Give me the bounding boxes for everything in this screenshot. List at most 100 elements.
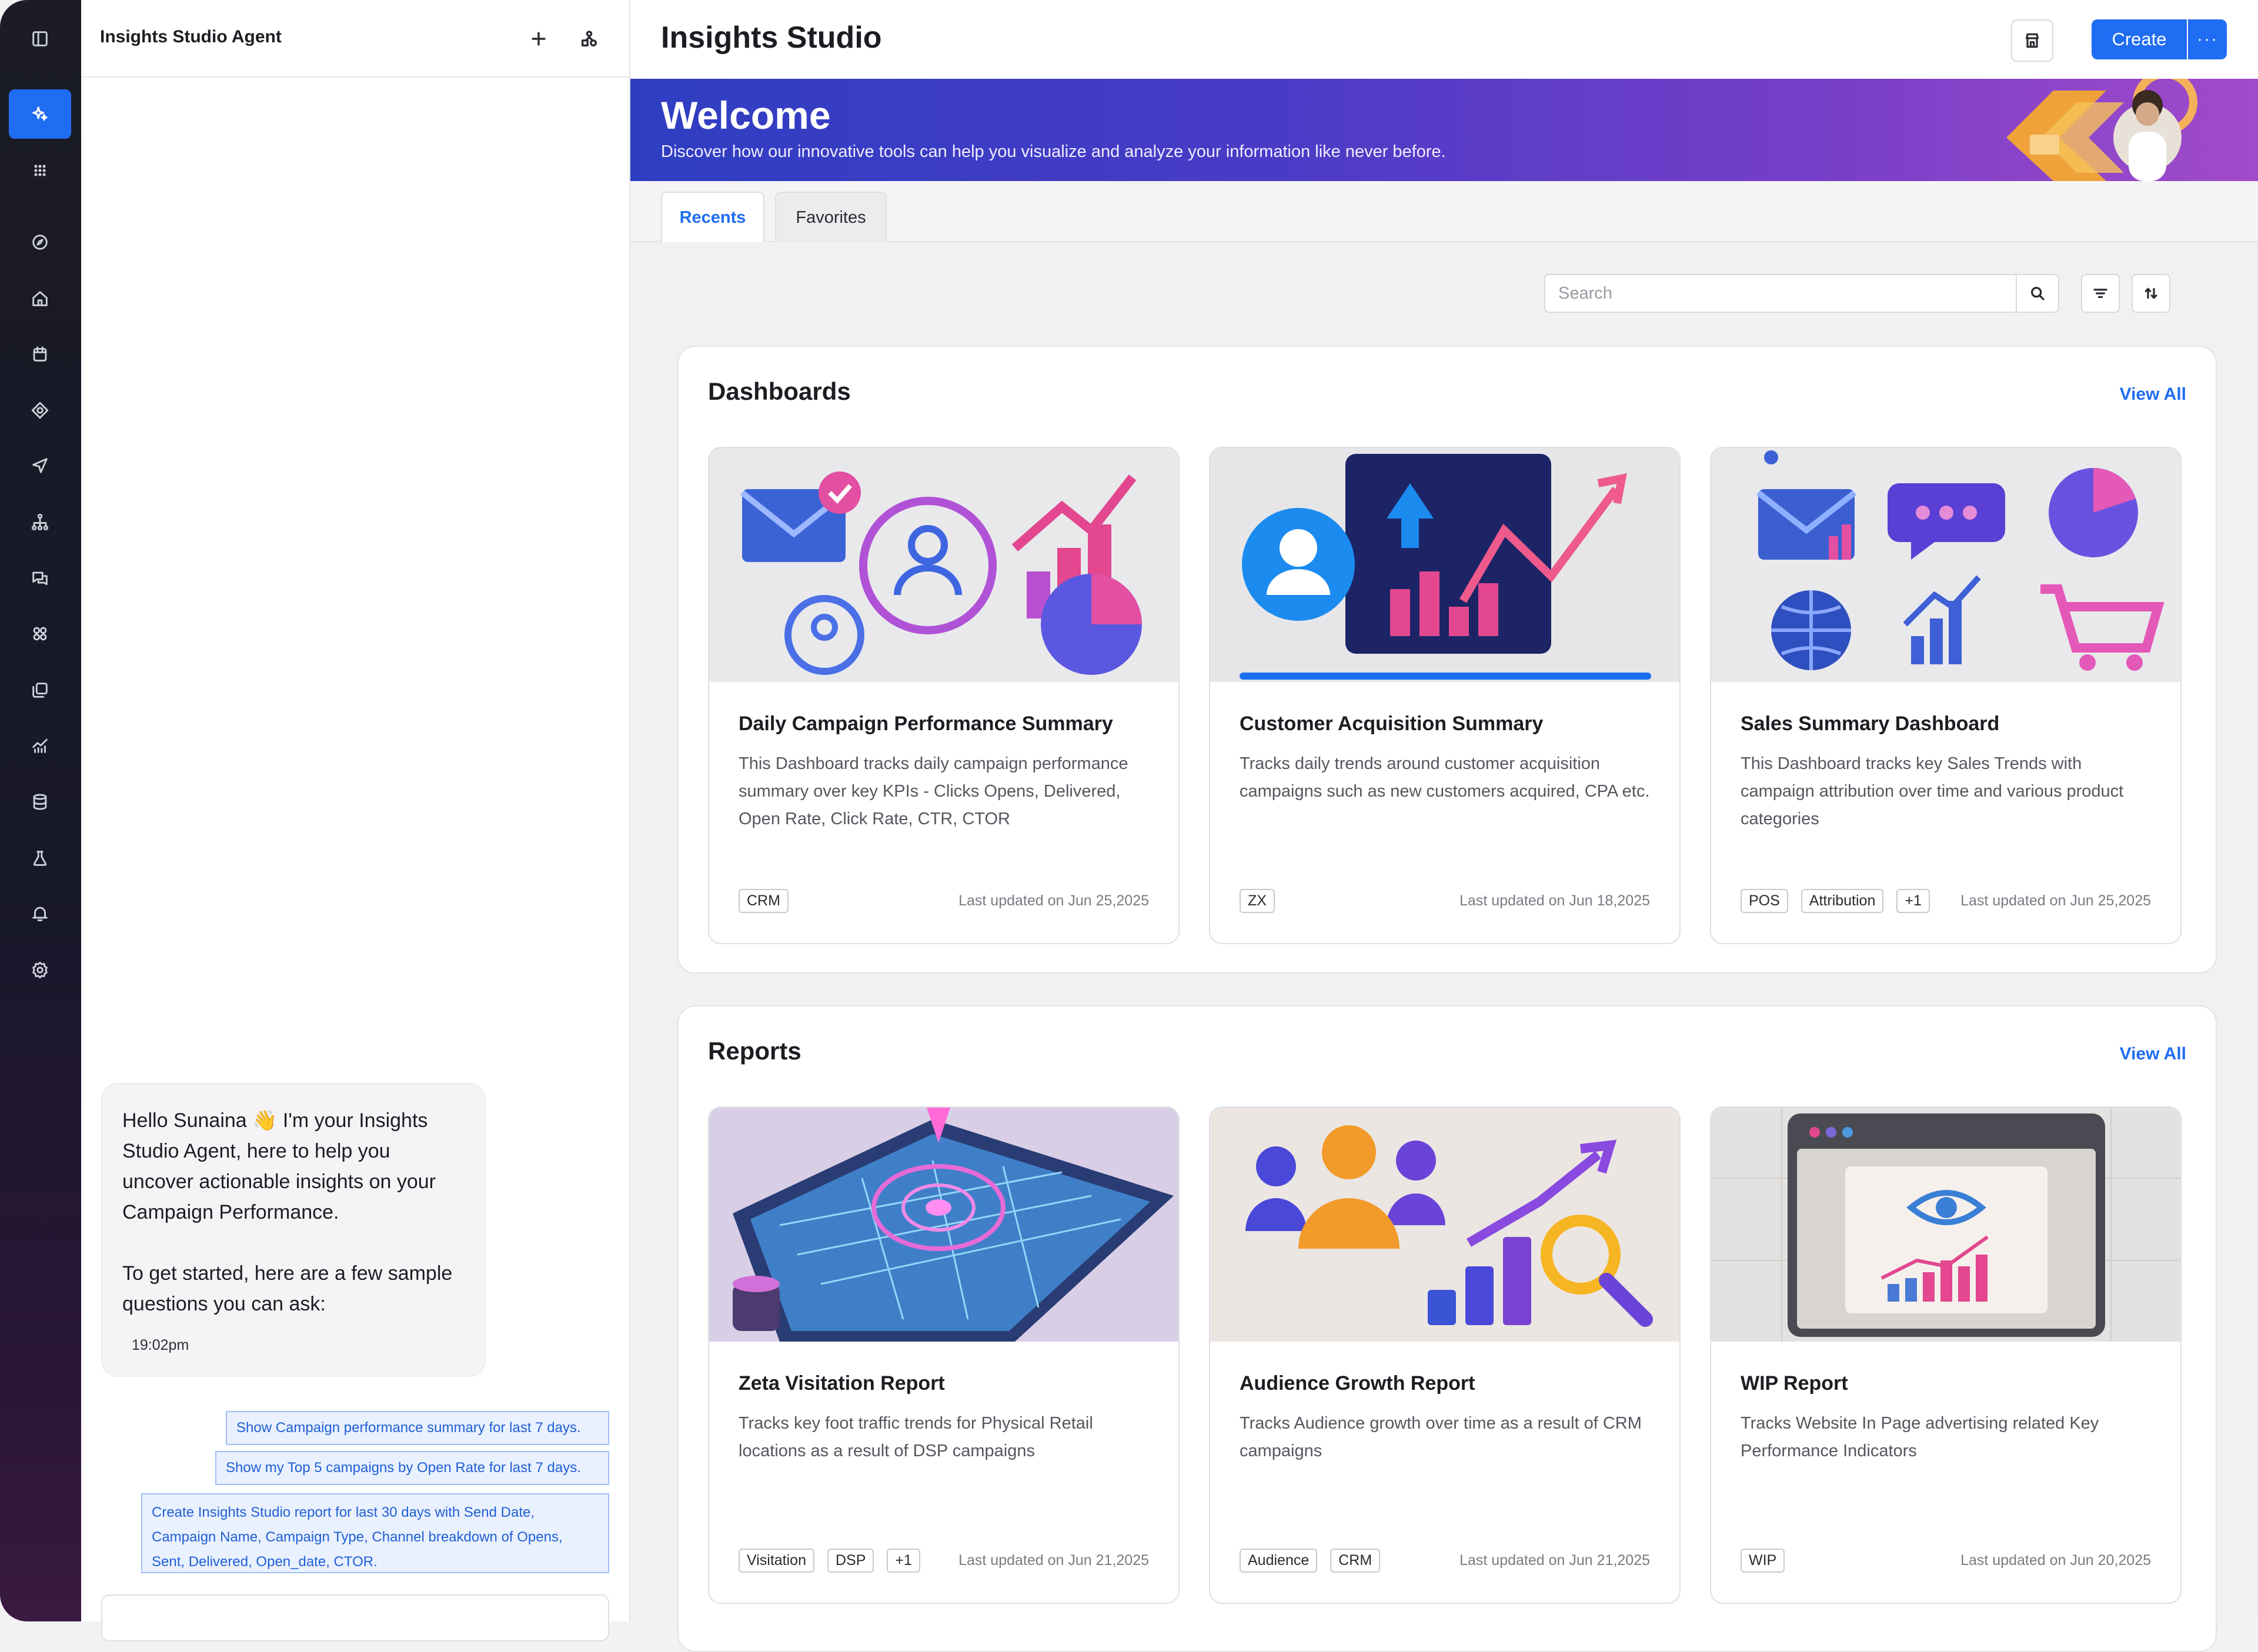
message-timestamp: 19:02pm [132,1337,189,1353]
store-icon [2026,33,2039,48]
suggestion-chip-3[interactable]: Create Insights Studio report for last 3… [141,1493,609,1573]
history-shapes-icon[interactable] [572,21,607,56]
card-image [1711,1108,2180,1342]
agent-title: Insights Studio Agent [100,27,282,46]
tag: CRM [739,888,789,913]
search-icon [2031,287,2045,300]
report-card[interactable]: Zeta Visitation Report Tracks key foot t… [708,1106,1180,1604]
chat-icon[interactable] [9,554,71,603]
last-updated: Last updated on Jun 21,2025 [1459,1551,1650,1569]
card-title: WIP Report [1741,1372,1848,1394]
card-image [1210,448,1679,682]
home-icon[interactable] [9,274,71,323]
card-title: Audience Growth Report [1240,1372,1475,1394]
new-chat-plus-icon[interactable] [521,21,556,56]
sort-button[interactable] [2132,274,2170,313]
filter-button[interactable] [2081,274,2120,313]
welcome-banner: Welcome Discover how our innovative tool… [630,79,2258,181]
dashboard-card[interactable]: Customer Acquisition Summary Tracks dail… [1209,447,1681,944]
card-description: Tracks Website In Page advertising relat… [1741,1414,2099,1460]
agent-panel: Insights Studio Agent Hello Sunaina 👋 I'… [81,0,630,1641]
welcome-title: Welcome [661,93,831,137]
tag: ZX [1240,888,1275,913]
report-card[interactable]: Audience Growth Report Tracks Audience g… [1209,1106,1681,1604]
agent-header: Insights Studio Agent [81,0,629,78]
tab-favorites[interactable]: Favorites [775,192,887,242]
main-area: Insights Studio Create ··· Welcome Disco… [630,0,2258,1652]
create-button[interactable]: Create [2092,19,2187,59]
store-button[interactable] [2011,19,2053,62]
database-icon[interactable] [9,777,71,827]
search-button[interactable] [2016,275,2058,312]
last-updated: Last updated on Jun 18,2025 [1459,892,1650,909]
layers-icon[interactable] [9,666,71,715]
settings-gear-icon[interactable] [9,945,71,995]
more-options-button[interactable]: ··· [2188,19,2227,59]
card-footer: CRM Last updated on Jun 25,2025 [739,888,1149,914]
tab-bar: Recents Favorites [630,181,2258,242]
tag: POS [1741,888,1788,913]
analytics-icon[interactable] [9,721,71,770]
agent-message-bubble: Hello Sunaina 👋 I'm your Insights Studio… [101,1083,486,1377]
tab-recents[interactable]: Recents [661,192,764,242]
target-icon[interactable] [9,386,71,435]
suggestion-chip-1[interactable]: Show Campaign performance summary for la… [226,1411,609,1445]
banner-illustration [2006,79,2197,181]
filter-icon [2093,289,2107,298]
reports-title: Reports [708,1037,801,1065]
send-icon[interactable] [9,441,71,490]
card-footer: WIP Last updated on Jun 20,2025 [1741,1547,2151,1573]
last-updated: Last updated on Jun 25,2025 [1960,892,2151,909]
card-footer: POS Attribution +1 Last updated on Jun 2… [1741,888,2151,914]
welcome-subtitle: Discover how our innovative tools can he… [661,142,1446,161]
dashboard-card[interactable]: Sales Summary Dashboard This Dashboard t… [1710,447,2182,944]
tag: +1 [887,1548,920,1573]
reports-view-all-link[interactable]: View All [2120,1044,2186,1064]
dashboards-view-all-link[interactable]: View All [2120,384,2186,404]
tag: DSP [827,1548,874,1573]
sort-arrows-icon [2145,287,2157,299]
tag: CRM [1330,1548,1381,1573]
card-description: Tracks Audience growth over time as a re… [1240,1414,1642,1460]
card-title: Daily Campaign Performance Summary [739,713,1113,735]
card-description: Tracks key foot traffic trends for Physi… [739,1414,1093,1460]
suggestion-chip-2[interactable]: Show my Top 5 campaigns by Open Rate for… [215,1451,609,1485]
chat-input[interactable] [101,1594,609,1641]
card-image [709,1108,1178,1342]
tag: +1 [1896,888,1930,913]
card-description: This Dashboard tracks key Sales Trends w… [1741,754,2124,828]
top-bar: Insights Studio Create ··· [630,0,2258,79]
panel-toggle-icon[interactable] [9,14,71,63]
card-title: Zeta Visitation Report [739,1372,945,1394]
card-title: Customer Acquisition Summary [1240,713,1544,735]
agent-prompt: To get started, here are a few sample qu… [122,1262,453,1315]
agent-greeting: Hello Sunaina 👋 I'm your Insights Studio… [122,1109,436,1223]
sparkle-agent-icon[interactable] [9,89,71,139]
tag: WIP [1741,1548,1785,1573]
hierarchy-icon[interactable] [9,497,71,547]
card-footer: Visitation DSP +1 Last updated on Jun 21… [739,1547,1149,1573]
lab-flask-icon[interactable] [9,834,71,883]
card-image [1210,1108,1679,1342]
last-updated: Last updated on Jun 21,2025 [958,1551,1149,1569]
calendar-icon[interactable] [9,329,71,379]
dashboards-section: Dashboards View All Daily Campaign Perfo… [677,346,2217,974]
bell-icon[interactable] [9,889,71,938]
compass-icon[interactable] [9,218,71,267]
page-title: Insights Studio [661,21,882,55]
card-footer: ZX Last updated on Jun 18,2025 [1240,888,1650,914]
last-updated: Last updated on Jun 20,2025 [1960,1551,2151,1569]
card-image [1711,448,2180,682]
search-input[interactable] [1545,275,2016,312]
search-box [1544,274,2059,313]
report-card[interactable]: WIP Report Tracks Website In Page advert… [1710,1106,2182,1604]
last-updated: Last updated on Jun 25,2025 [958,892,1149,909]
tag: Visitation [739,1548,814,1573]
dashboard-card[interactable]: Daily Campaign Performance Summary This … [708,447,1180,944]
apps-grid-icon[interactable] [9,146,71,195]
tag: Attribution [1801,888,1884,913]
nav-rail [0,0,81,1621]
card-image [709,448,1178,682]
tag: Audience [1240,1548,1318,1573]
integrations-icon[interactable] [9,609,71,658]
